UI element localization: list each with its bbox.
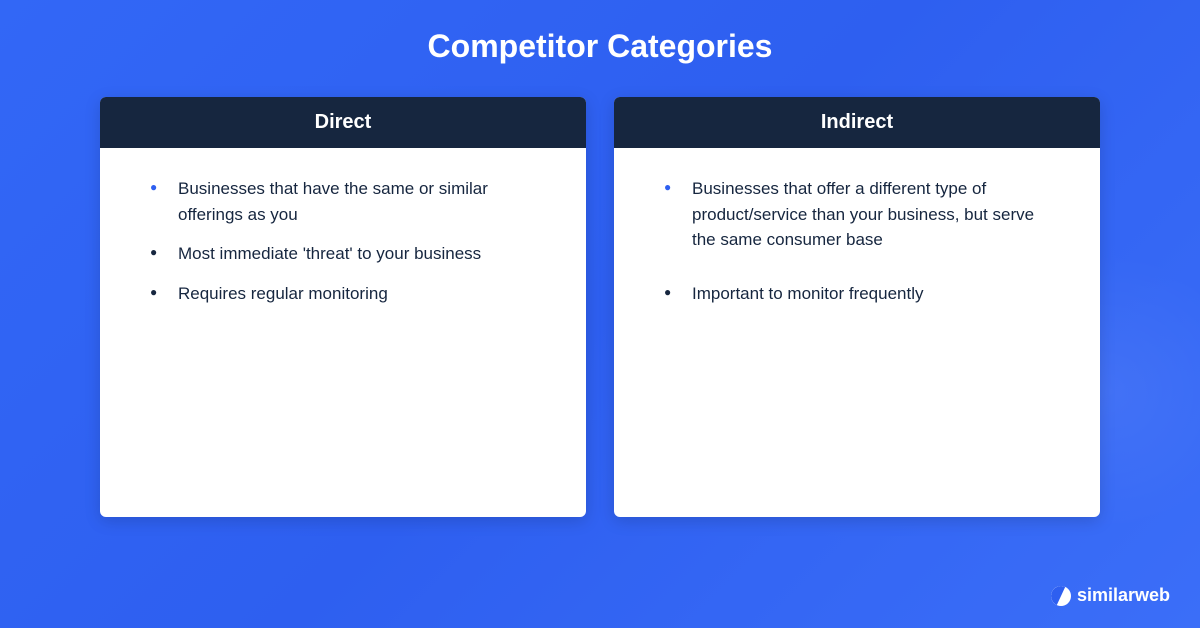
card-body-direct: Businesses that have the same or similar… xyxy=(100,148,586,348)
list-item: Important to monitor frequently xyxy=(664,281,1060,307)
spacer xyxy=(664,267,1060,281)
card-header-indirect: Indirect xyxy=(614,97,1100,148)
brand-logo: similarweb xyxy=(1051,585,1170,606)
list-item: Businesses that offer a different type o… xyxy=(664,176,1060,253)
page-title: Competitor Categories xyxy=(0,0,1200,97)
bullet-list-indirect: Businesses that offer a different type o… xyxy=(664,176,1060,306)
bullet-list-direct: Businesses that have the same or similar… xyxy=(150,176,546,306)
card-direct: Direct Businesses that have the same or … xyxy=(100,97,586,517)
list-item: Businesses that have the same or similar… xyxy=(150,176,546,227)
list-item: Most immediate 'threat' to your business xyxy=(150,241,546,267)
list-item: Requires regular monitoring xyxy=(150,281,546,307)
brand-name: similarweb xyxy=(1077,585,1170,606)
logo-icon xyxy=(1051,586,1071,606)
card-header-direct: Direct xyxy=(100,97,586,148)
